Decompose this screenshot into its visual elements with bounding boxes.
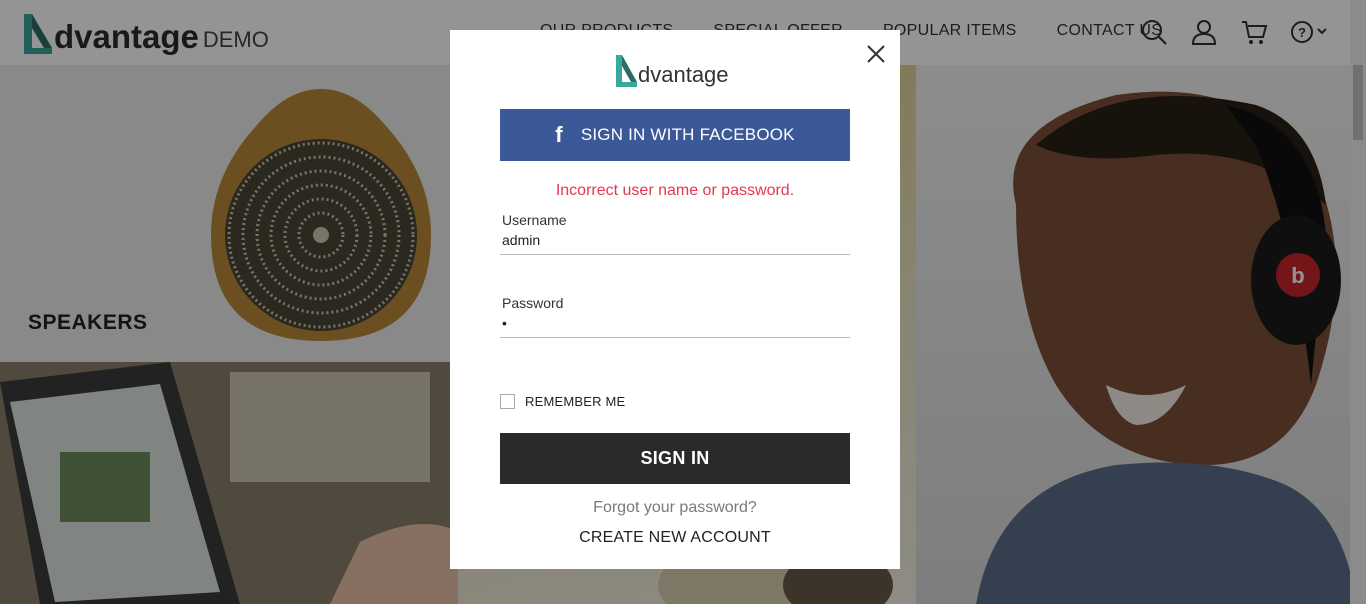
signin-button[interactable]: SIGN IN: [500, 433, 850, 484]
password-field: Password: [500, 295, 850, 338]
modal-logo-text: dvantage: [638, 62, 729, 87]
facebook-icon: f: [555, 122, 563, 147]
facebook-signin-label: SIGN IN WITH FACEBOOK: [580, 125, 795, 144]
close-icon[interactable]: [866, 44, 886, 64]
login-error-message: Incorrect user name or password.: [555, 182, 795, 199]
modal-logo: dvantage: [615, 54, 729, 88]
login-modal: dvantage f SIGN IN WITH FACEBOOK Incorre…: [450, 30, 900, 569]
logo-mark-icon: [616, 55, 637, 87]
username-input[interactable]: [502, 232, 842, 248]
remember-me-checkbox[interactable]: [500, 394, 515, 409]
facebook-signin-button[interactable]: f SIGN IN WITH FACEBOOK: [500, 109, 850, 161]
create-account-link[interactable]: CREATE NEW ACCOUNT: [450, 529, 900, 547]
username-label: Username: [502, 212, 567, 228]
remember-me-label: REMEMBER ME: [525, 394, 626, 409]
username-field: Username: [500, 212, 850, 255]
password-label: Password: [502, 295, 564, 311]
remember-me[interactable]: REMEMBER ME: [500, 394, 625, 409]
password-input[interactable]: [502, 315, 842, 331]
forgot-password-link[interactable]: Forgot your password?: [450, 499, 900, 517]
